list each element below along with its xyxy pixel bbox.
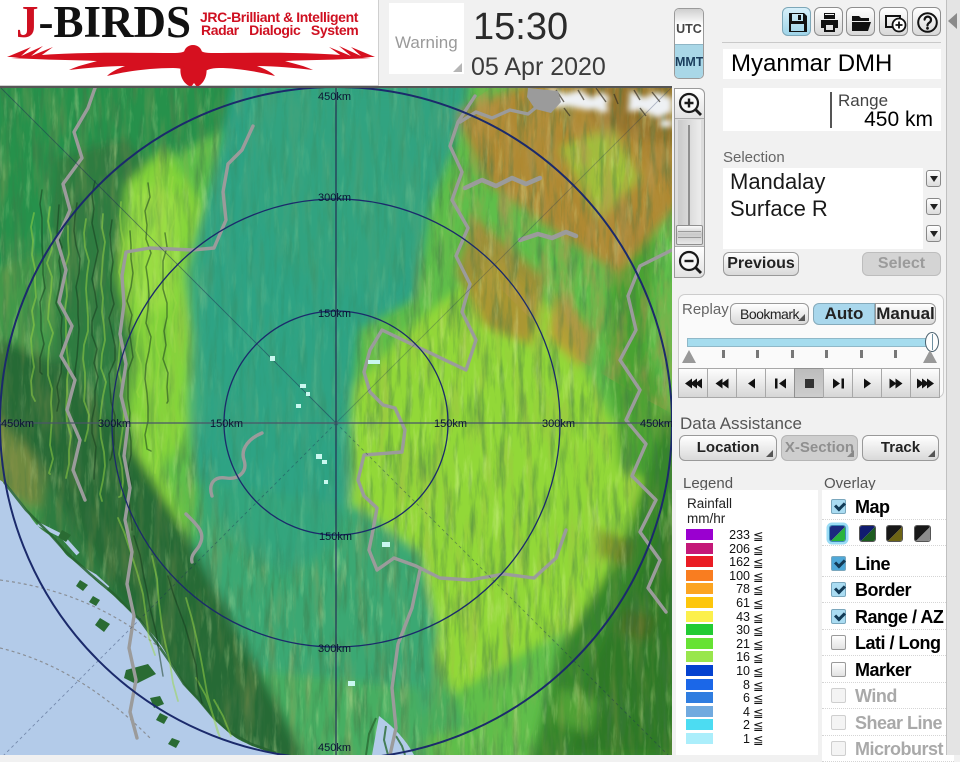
svg-text:450km: 450km <box>1 418 34 430</box>
svg-text:450km: 450km <box>318 91 351 103</box>
svg-text:150km: 150km <box>319 531 352 543</box>
svg-text:150km: 150km <box>434 418 467 430</box>
svg-text:300km: 300km <box>318 192 351 204</box>
svg-text:300km: 300km <box>98 418 131 430</box>
svg-text:300km: 300km <box>318 643 351 655</box>
svg-text:450km: 450km <box>640 418 672 430</box>
svg-text:300km: 300km <box>542 418 575 430</box>
svg-text:450km: 450km <box>318 742 351 754</box>
svg-text:150km: 150km <box>210 418 243 430</box>
svg-text:150km: 150km <box>318 308 351 320</box>
